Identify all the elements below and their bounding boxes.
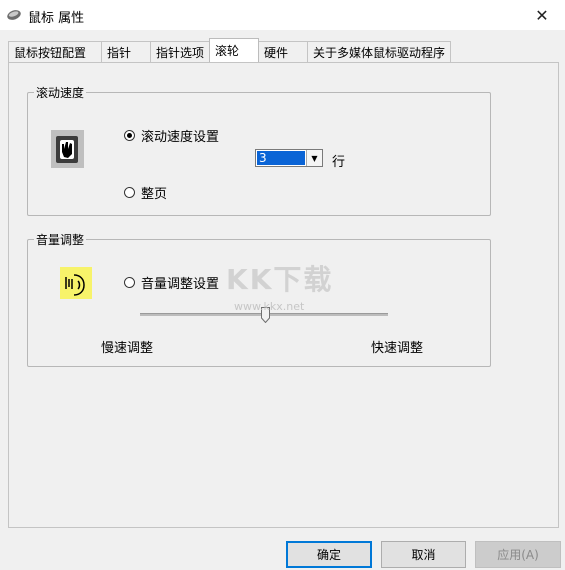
window-title: 鼠标 属性 <box>28 11 85 26</box>
close-icon: ✕ <box>535 5 549 25</box>
tab-button-config[interactable]: 鼠标按钮配置 <box>8 41 102 62</box>
lines-value: 3 <box>257 151 305 165</box>
lines-per-scroll-combo[interactable]: 3 ▼ <box>255 149 323 167</box>
scroll-page-label: 整页 <box>141 187 168 202</box>
volume-adjust-label: 音量调整设置 <box>141 277 220 292</box>
tab-pointer-options[interactable]: 指针选项 <box>150 41 210 62</box>
radio-indicator <box>124 277 135 288</box>
scroll-lines-label: 滚动速度设置 <box>141 130 220 145</box>
scroll-page-radio[interactable]: 整页 <box>124 183 167 202</box>
tab-pointers[interactable]: 指针 <box>101 41 151 62</box>
fast-adjust-label: 快速调整 <box>371 341 424 356</box>
chevron-down-icon[interactable]: ▼ <box>306 150 322 166</box>
radio-indicator <box>124 130 135 141</box>
watermark-url: www.kkx.net <box>234 300 305 313</box>
radio-indicator <box>124 187 135 198</box>
scroll-speed-group-title: 滚动速度 <box>34 84 87 101</box>
volume-speaker-icon <box>60 267 92 299</box>
cancel-button[interactable]: 取消 <box>381 541 466 568</box>
scroll-wheel-icon <box>51 130 84 168</box>
slow-adjust-label: 慢速调整 <box>101 341 154 356</box>
mouse-icon <box>7 10 21 20</box>
ok-button[interactable]: 确定 <box>286 541 372 568</box>
tab-strip: 鼠标按钮配置 指针 指针选项 滚轮 硬件 关于多媒体鼠标驱动程序 <box>8 38 451 62</box>
volume-adjust-radio[interactable]: 音量调整设置 <box>124 273 219 292</box>
close-button[interactable]: ✕ <box>519 0 565 30</box>
watermark-logo: KK下载 <box>226 263 334 296</box>
title-bar: 鼠标 属性 ✕ <box>0 0 565 30</box>
tab-about-driver[interactable]: 关于多媒体鼠标驱动程序 <box>307 41 451 62</box>
tab-hardware[interactable]: 硬件 <box>258 41 308 62</box>
lines-unit-label: 行 <box>332 155 346 170</box>
apply-button: 应用(A) <box>475 541 561 568</box>
volume-group-title: 音量调整 <box>34 231 87 248</box>
tab-wheel[interactable]: 滚轮 <box>209 38 259 62</box>
scroll-lines-radio[interactable]: 滚动速度设置 <box>124 126 219 145</box>
